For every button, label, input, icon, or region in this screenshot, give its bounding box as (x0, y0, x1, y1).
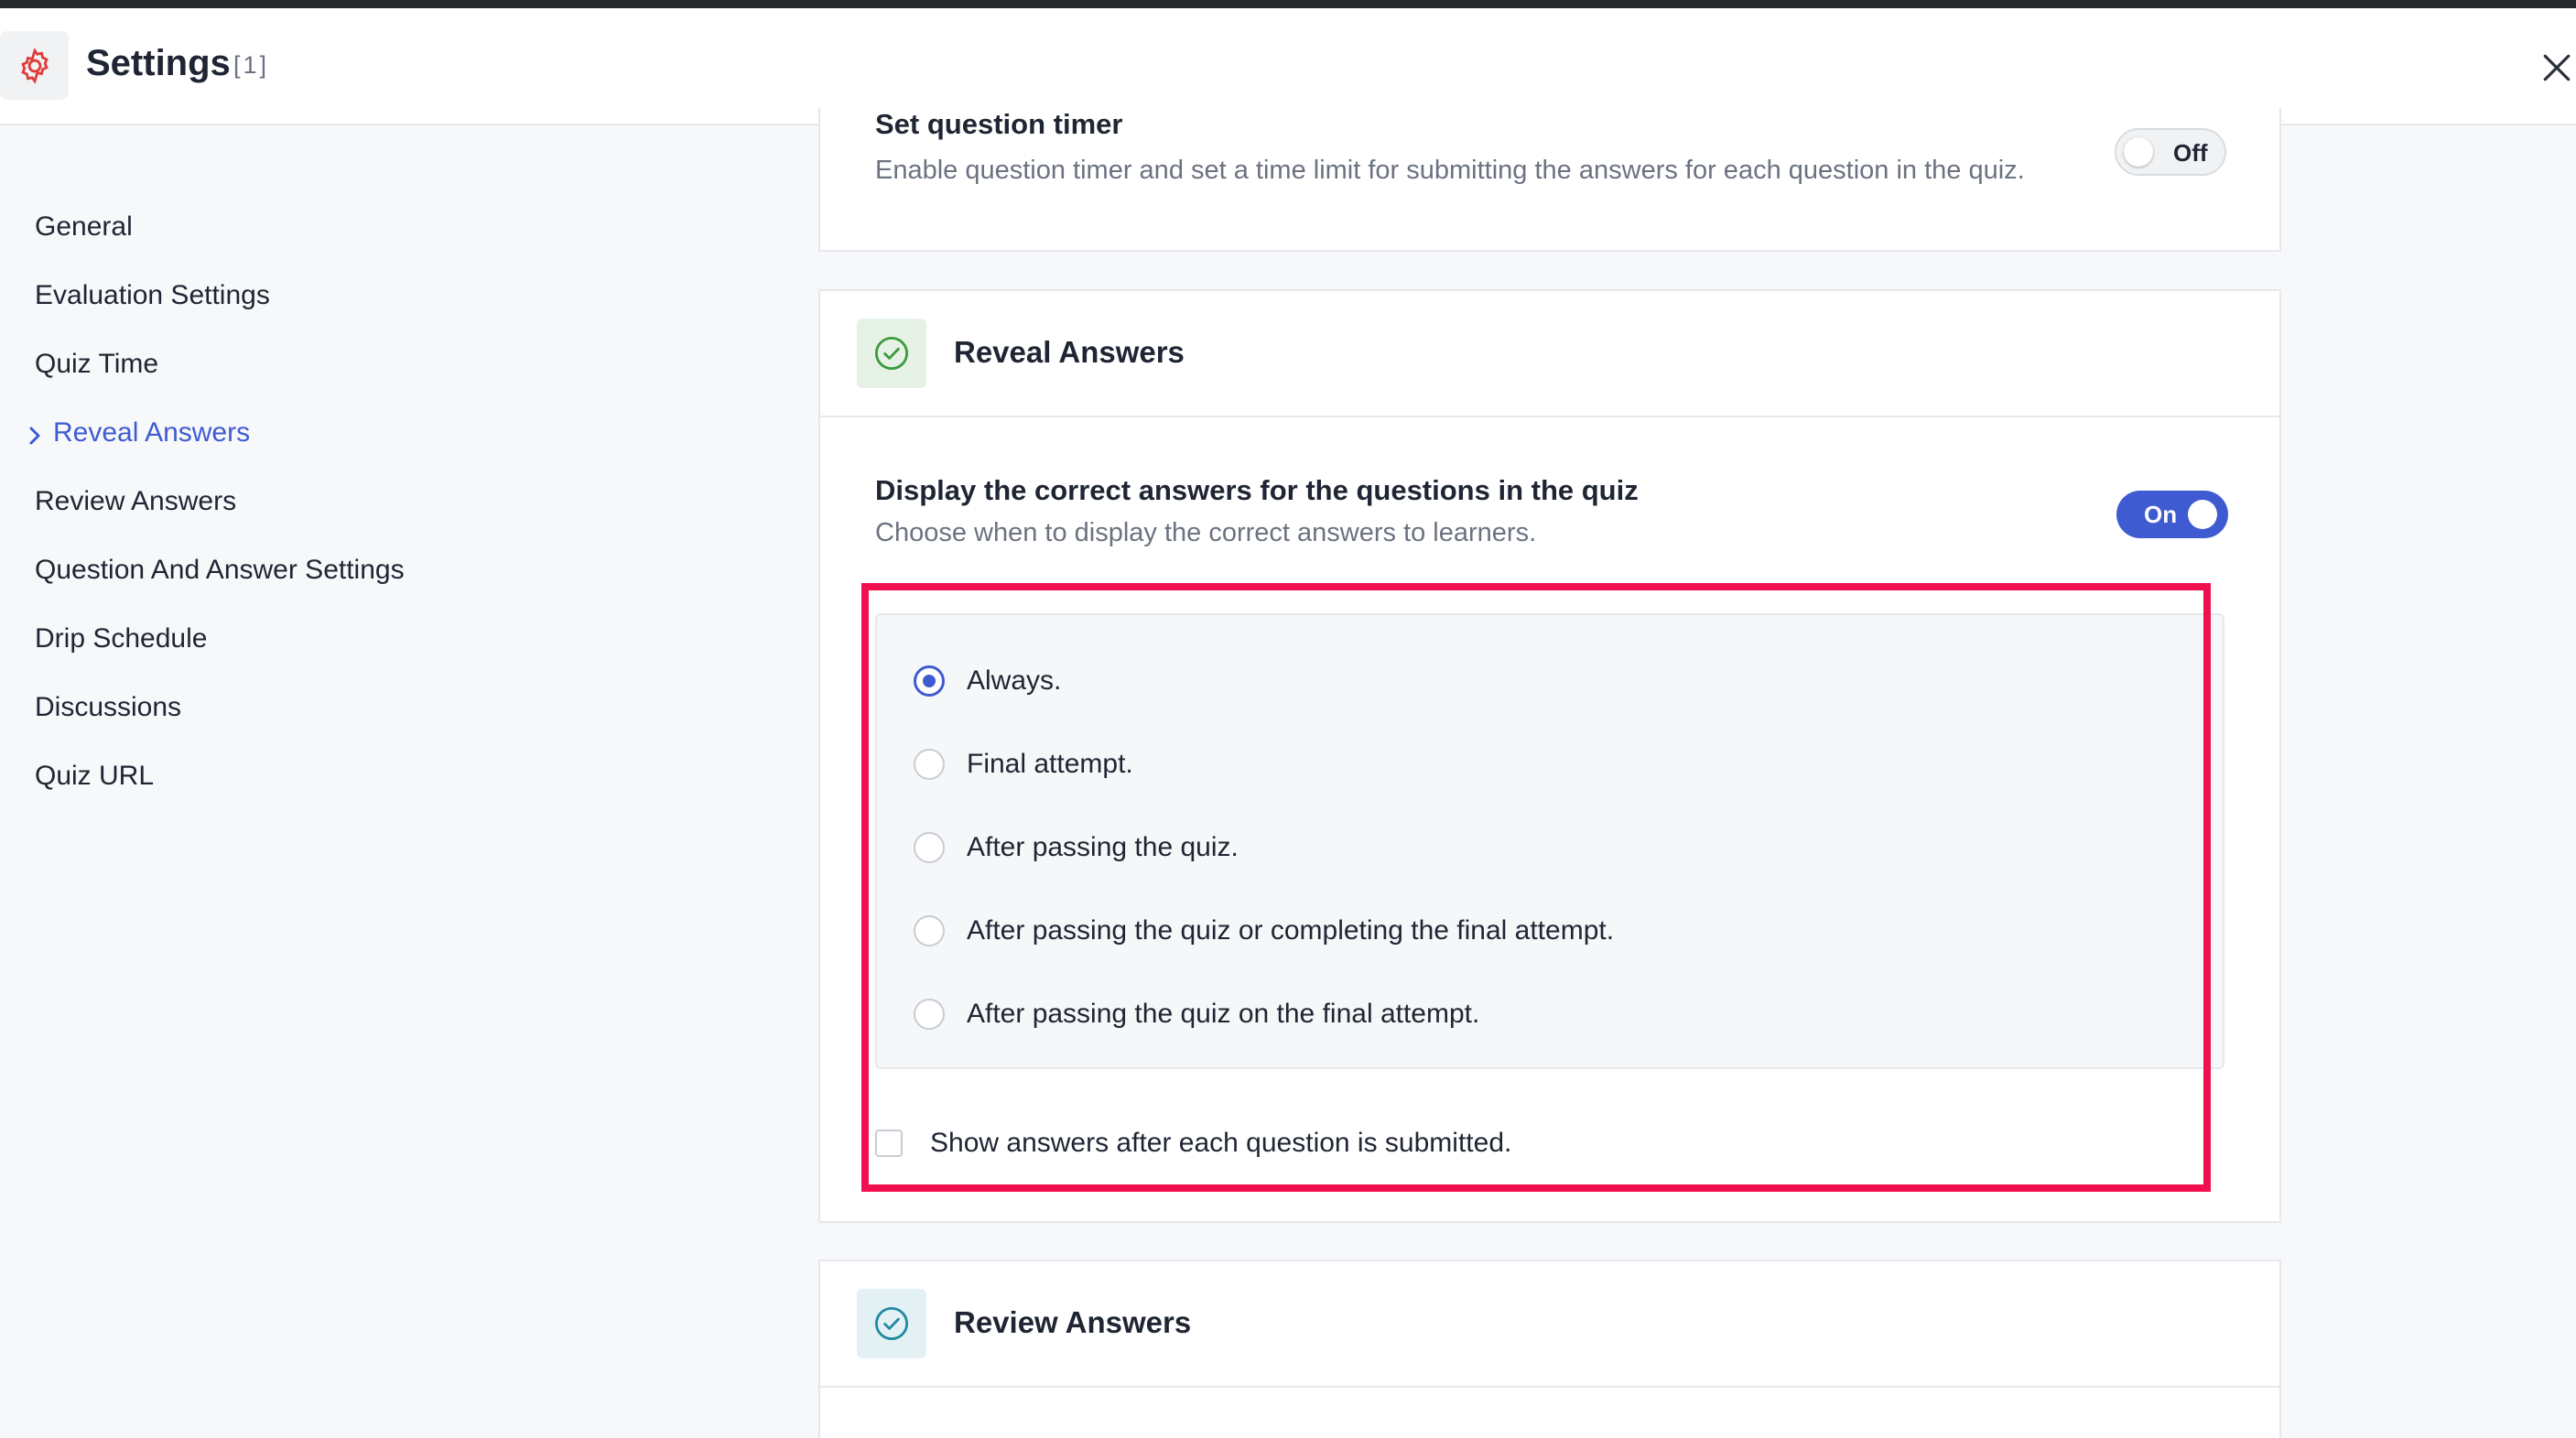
sidebar-item-discussions[interactable]: Discussions (35, 692, 181, 723)
display-answers-description: Choose when to display the correct answe… (875, 518, 1537, 547)
page-title: Settings (86, 43, 231, 83)
radio-button[interactable] (914, 749, 945, 780)
radio-label: Always. (967, 665, 1062, 696)
gear-icon (0, 31, 69, 100)
checkbox[interactable] (875, 1130, 903, 1157)
timer-description: Enable question timer and set a time lim… (875, 156, 2025, 185)
toggle-knob (2188, 500, 2217, 529)
settings-sidebar: General Evaluation Settings Quiz Time Re… (0, 125, 806, 1438)
review-answers-header: Review Answers (820, 1261, 2279, 1388)
radio-button[interactable] (914, 832, 945, 863)
radio-option-final-attempt[interactable]: Final attempt. (914, 746, 1133, 783)
sidebar-item-review-answers[interactable]: Review Answers (35, 486, 236, 517)
section-title: Reveal Answers (954, 335, 1185, 369)
reveal-options-group: Always. Final attempt. After passing the… (875, 613, 2224, 1069)
radio-button[interactable] (914, 999, 945, 1030)
radio-option-passing-on-final[interactable]: After passing the quiz on the final atte… (914, 996, 1479, 1033)
window-top-strip (0, 0, 2576, 8)
radio-label: After passing the quiz on the final atte… (967, 999, 1480, 1029)
display-answers-title: Display the correct answers for the ques… (875, 474, 1639, 506)
toggle-label: Off (2173, 139, 2208, 167)
question-timer-toggle[interactable]: Off (2115, 128, 2226, 176)
sidebar-item-question-answer-settings[interactable]: Question And Answer Settings (35, 555, 405, 586)
close-icon (2543, 54, 2571, 81)
toggle-knob (2124, 137, 2153, 167)
show-answers-after-each-checkbox-row[interactable]: Show answers after each question is subm… (875, 1128, 1511, 1159)
reveal-answers-header: Reveal Answers (820, 291, 2279, 417)
sidebar-item-drip-schedule[interactable]: Drip Schedule (35, 623, 207, 654)
toggle-label: On (2144, 501, 2178, 528)
chevron-right-icon (29, 427, 40, 445)
sidebar-item-general[interactable]: General (35, 211, 133, 243)
review-answers-card: Review Answers (818, 1260, 2281, 1438)
radio-button[interactable] (914, 915, 945, 946)
question-timer-card: Set question timer Enable question timer… (818, 108, 2281, 252)
sidebar-item-quiz-url[interactable]: Quiz URL (35, 761, 154, 792)
sidebar-item-quiz-time[interactable]: Quiz Time (35, 349, 158, 380)
radio-label: Final attempt. (967, 749, 1133, 779)
radio-option-passing-or-final[interactable]: After passing the quiz or completing the… (914, 913, 1614, 949)
section-title: Review Answers (954, 1305, 1192, 1339)
timer-title: Set question timer (875, 108, 1123, 140)
sidebar-item-reveal-answers[interactable]: Reveal Answers (53, 417, 250, 449)
radio-option-after-passing[interactable]: After passing the quiz. (914, 829, 1239, 866)
radio-label: After passing the quiz. (967, 832, 1239, 862)
close-button[interactable] (2538, 49, 2576, 87)
display-answers-toggle[interactable]: On (2116, 491, 2228, 538)
radio-button[interactable] (914, 665, 945, 697)
checkbox-label: Show answers after each question is subm… (930, 1128, 1512, 1158)
reveal-answers-card: Reveal Answers Display the correct answe… (818, 289, 2281, 1223)
sidebar-item-evaluation-settings[interactable]: Evaluation Settings (35, 280, 270, 311)
check-circle-icon (857, 1289, 926, 1358)
radio-option-always[interactable]: Always. (914, 663, 1061, 699)
check-circle-icon (857, 319, 926, 388)
settings-count: [1] (233, 51, 270, 79)
radio-label: After passing the quiz or completing the… (967, 915, 1615, 946)
